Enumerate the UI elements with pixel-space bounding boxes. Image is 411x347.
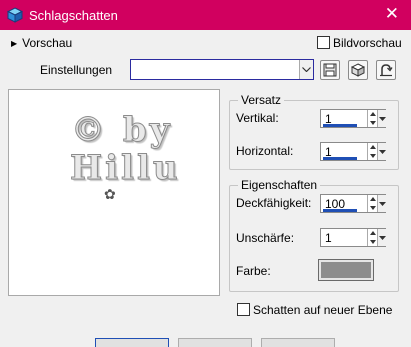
new-layer-checkbox[interactable] bbox=[237, 303, 250, 316]
title-bar: Schlagschatten ✕ bbox=[0, 0, 411, 30]
chevron-down-icon[interactable] bbox=[377, 110, 387, 127]
color-label: Farbe: bbox=[236, 264, 271, 278]
cube-3d-icon bbox=[351, 63, 365, 77]
settings-dropdown[interactable] bbox=[130, 59, 314, 80]
plugin-cube-icon bbox=[6, 7, 24, 23]
cancel-button[interactable] bbox=[178, 338, 252, 347]
ok-button[interactable] bbox=[95, 338, 169, 347]
reset-button[interactable] bbox=[376, 60, 396, 80]
close-x-icon[interactable]: ✕ bbox=[385, 4, 399, 24]
blur-value: 1 bbox=[325, 231, 332, 245]
chevron-down-icon[interactable] bbox=[377, 195, 387, 212]
reset-icon bbox=[380, 64, 393, 77]
window-title: Schlagschatten bbox=[29, 8, 118, 23]
opacity-label: Deckfähigkeit: bbox=[236, 196, 312, 210]
blur-spinbox[interactable]: 1 bbox=[320, 228, 387, 247]
preview-toggle-label: Vorschau bbox=[22, 36, 73, 50]
focus-underline bbox=[323, 157, 357, 160]
vertical-label: Vertikal: bbox=[236, 111, 279, 125]
save-icon bbox=[323, 63, 337, 77]
help-button[interactable] bbox=[261, 338, 335, 347]
big-preview-checkbox[interactable] bbox=[317, 36, 330, 49]
properties-group-title: Eigenschaften bbox=[238, 178, 321, 192]
new-layer-label: Schatten auf neuer Ebene bbox=[253, 303, 393, 317]
opacity-spinbox[interactable]: 100 bbox=[320, 194, 387, 213]
vertical-spinbox[interactable]: 1 bbox=[320, 109, 387, 128]
chevron-down-icon[interactable] bbox=[377, 229, 387, 246]
flower-icon: ✿ bbox=[104, 186, 116, 202]
save-button[interactable] bbox=[320, 60, 340, 80]
offset-group-title: Versatz bbox=[238, 93, 285, 107]
watermark-line-2: Hillu bbox=[70, 148, 181, 189]
expand-triangle-icon: ▶ bbox=[11, 39, 18, 48]
chevron-down-icon[interactable] bbox=[299, 60, 313, 79]
focus-underline bbox=[323, 209, 357, 212]
shadow-color-swatch[interactable] bbox=[318, 259, 374, 281]
preview-toggle[interactable]: ▶ Vorschau bbox=[11, 36, 72, 50]
watermark-line-1: © by bbox=[70, 110, 173, 151]
color-fill bbox=[321, 262, 371, 278]
load-preset-button[interactable] bbox=[348, 60, 368, 80]
chevron-down-icon[interactable] bbox=[377, 143, 387, 160]
settings-label: Einstellungen bbox=[40, 63, 113, 77]
preview-canvas: © by Hillu ✿ bbox=[8, 89, 220, 296]
blur-label: Unschärfe: bbox=[236, 231, 295, 245]
horizontal-label: Horizontal: bbox=[236, 144, 294, 158]
horizontal-spinbox[interactable]: 1 bbox=[320, 142, 387, 161]
focus-underline bbox=[323, 124, 357, 127]
big-preview-label: Bildvorschau bbox=[333, 36, 402, 50]
